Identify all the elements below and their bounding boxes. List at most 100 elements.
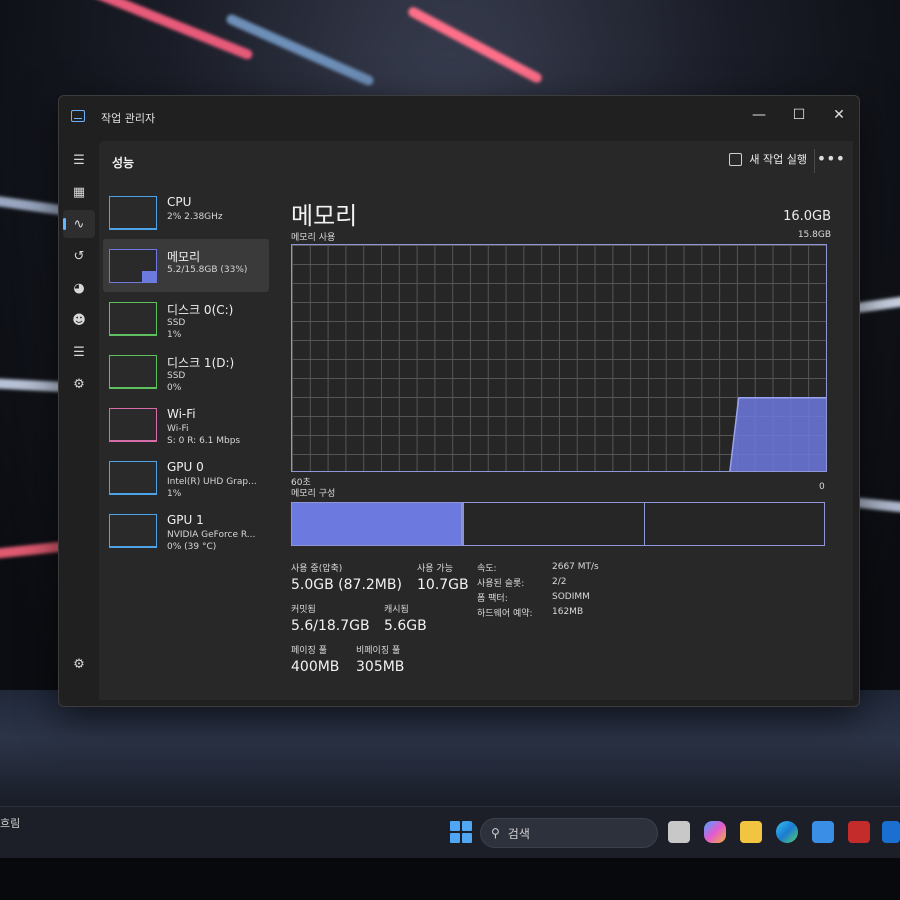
stat-paged-pool: 페이징 풀 400MB — [291, 643, 339, 675]
committed-value: 5.6/18.7GB — [291, 618, 370, 634]
game-icon[interactable] — [848, 821, 870, 843]
command-separator — [814, 149, 815, 173]
run-new-task-label: 새 작업 실행 — [749, 153, 807, 166]
perf-thumbnail-fill — [110, 546, 156, 547]
hardware-reserved-value: 162MB — [552, 607, 584, 617]
nonpaged-pool-label: 비페이징 풀 — [356, 646, 401, 656]
performance-list: CPU 2% 2.38GHz 메모리 5.2/15.8GB (33%) 디스크 0(C:… — [103, 186, 269, 557]
menu-icon[interactable]: ☰ — [63, 146, 95, 174]
nonpaged-pool-value: 305MB — [356, 659, 405, 675]
perf-item-detail: 2% 2.38GHz — [167, 212, 223, 222]
slots-label: 사용된 슬롯: — [477, 579, 525, 589]
perf-thumbnail-fill — [110, 440, 156, 441]
perf-item[interactable]: 메모리 5.2/15.8GB (33%) — [103, 239, 269, 292]
navigation-rail: ☰ ▦ ∿ ↺ ◕ ☻ ☰ ⚙ ⚙ — [59, 138, 99, 706]
perf-item-detail: 5.2/15.8GB (33%) — [167, 265, 248, 275]
perf-item[interactable]: 디스크 0(C:) SSD 1% — [103, 292, 269, 345]
stat-nonpaged-pool: 비페이징 풀 305MB — [356, 643, 404, 675]
in-use-label: 사용 중(압축) — [291, 564, 343, 574]
in-use-value: 5.0GB (87.2MB) — [291, 577, 402, 593]
startup-icon[interactable]: ◕ — [63, 274, 95, 302]
weather-label: 흐림 — [0, 817, 21, 830]
minimize-button[interactable]: — — [739, 102, 779, 128]
perf-item-detail: SSD — [167, 318, 186, 328]
performance-icon[interactable]: ∿ — [63, 210, 95, 238]
widgets-icon[interactable] — [668, 821, 690, 843]
stat-committed: 커밋됨 5.6/18.7GB — [291, 602, 370, 634]
memory-usage-max: 15.8GB — [797, 230, 831, 240]
services-icon[interactable]: ⚙ — [63, 370, 95, 398]
hardware-reserved-label: 하드웨어 예약: — [477, 609, 533, 619]
memory-usage-chart — [729, 397, 826, 471]
perf-item-detail: NVIDIA GeForce R... — [167, 530, 256, 540]
users-icon[interactable]: ☻ — [63, 306, 95, 334]
perf-thumbnail — [109, 196, 157, 230]
memory-usage-label: 메모리 사용 — [291, 233, 336, 243]
outlook-icon[interactable] — [882, 821, 900, 843]
close-button[interactable]: ✕ — [819, 102, 859, 128]
maximize-button[interactable]: ☐ — [779, 102, 819, 128]
cached-label: 캐시됨 — [384, 605, 409, 615]
taskbar: 흐림 ⚲ 검색 — [0, 806, 900, 858]
perf-item-name: 메모리 — [167, 250, 201, 264]
time-axis-right: 0 — [819, 482, 825, 492]
search-placeholder: 검색 — [507, 826, 530, 841]
slots-value: 2/2 — [552, 577, 567, 587]
composition-standby-boundary — [644, 503, 646, 545]
perf-thumbnail-fill — [142, 271, 156, 282]
speed-label: 속도: — [477, 564, 497, 574]
form-factor-label: 폼 팩터: — [477, 594, 508, 604]
perf-item[interactable]: 디스크 1(D:) SSD 0% — [103, 345, 269, 398]
light-streak — [406, 5, 544, 85]
weather-widget[interactable]: 흐림 — [0, 815, 20, 831]
perf-thumbnail-fill — [110, 334, 156, 335]
form-factor-value: SODIMM — [552, 592, 590, 602]
stat-available: 사용 가능 10.7GB — [417, 561, 469, 593]
memory-usage-graph — [291, 244, 827, 472]
composition-in-use — [292, 503, 462, 545]
available-label: 사용 가능 — [417, 564, 453, 574]
run-new-task-button[interactable]: 새 작업 실행 — [729, 151, 807, 167]
start-icon[interactable] — [450, 821, 472, 843]
copilot-icon[interactable] — [704, 821, 726, 843]
task-manager-window: 작업 관리자 — ☐ ✕ ☰ ▦ ∿ ↺ ◕ ☻ ☰ ⚙ ⚙ 성능 새 작업 실… — [58, 95, 860, 707]
perf-thumbnail — [109, 249, 157, 283]
perf-item-name: Wi-Fi — [167, 407, 196, 421]
perf-item-name: CPU — [167, 195, 192, 209]
store-icon[interactable] — [812, 821, 834, 843]
window-title: 작업 관리자 — [101, 112, 156, 125]
speed-value: 2667 MT/s — [552, 562, 599, 572]
perf-item-detail: Intel(R) UHD Grap... — [167, 477, 257, 487]
committed-label: 커밋됨 — [291, 605, 316, 615]
paged-pool-label: 페이징 풀 — [291, 646, 327, 656]
composition-modified — [461, 503, 465, 545]
title-bar[interactable]: 작업 관리자 — ☐ ✕ — [59, 96, 859, 138]
settings-icon[interactable]: ⚙ — [63, 650, 95, 678]
perf-item[interactable]: GPU 1 NVIDIA GeForce R... 0% (39 °C) — [103, 504, 269, 557]
run-task-icon — [729, 152, 743, 166]
perf-item[interactable]: GPU 0 Intel(R) UHD Grap... 1% — [103, 451, 269, 504]
close-icon: ✕ — [833, 107, 845, 123]
app-history-icon[interactable]: ↺ — [63, 242, 95, 270]
file-explorer-icon[interactable] — [740, 821, 762, 843]
perf-item[interactable]: CPU 2% 2.38GHz — [103, 186, 269, 239]
perf-item-detail-2: 0% (39 °C) — [167, 542, 217, 552]
perf-item-detail: SSD — [167, 371, 186, 381]
available-value: 10.7GB — [417, 577, 469, 593]
more-options-button[interactable]: ••• — [817, 149, 845, 168]
edge-icon[interactable] — [776, 821, 798, 843]
perf-item-detail: Wi-Fi — [167, 424, 189, 434]
perf-thumbnail — [109, 408, 157, 442]
processes-icon[interactable]: ▦ — [63, 178, 95, 206]
perf-thumbnail-fill — [110, 228, 156, 229]
details-icon[interactable]: ☰ — [63, 338, 95, 366]
more-icon: ••• — [816, 149, 845, 168]
taskbar-search[interactable]: ⚲ 검색 — [480, 818, 658, 848]
perf-thumbnail — [109, 514, 157, 548]
perf-item[interactable]: Wi-Fi Wi-Fi S: 0 R: 6.1 Mbps — [103, 398, 269, 451]
stat-cached: 캐시됨 5.6GB — [384, 602, 427, 634]
perf-thumbnail-fill — [110, 493, 156, 494]
perf-item-name: 디스크 0(C:) — [167, 303, 234, 317]
perf-item-detail-2: 1% — [167, 330, 182, 340]
maximize-icon: ☐ — [792, 107, 806, 123]
